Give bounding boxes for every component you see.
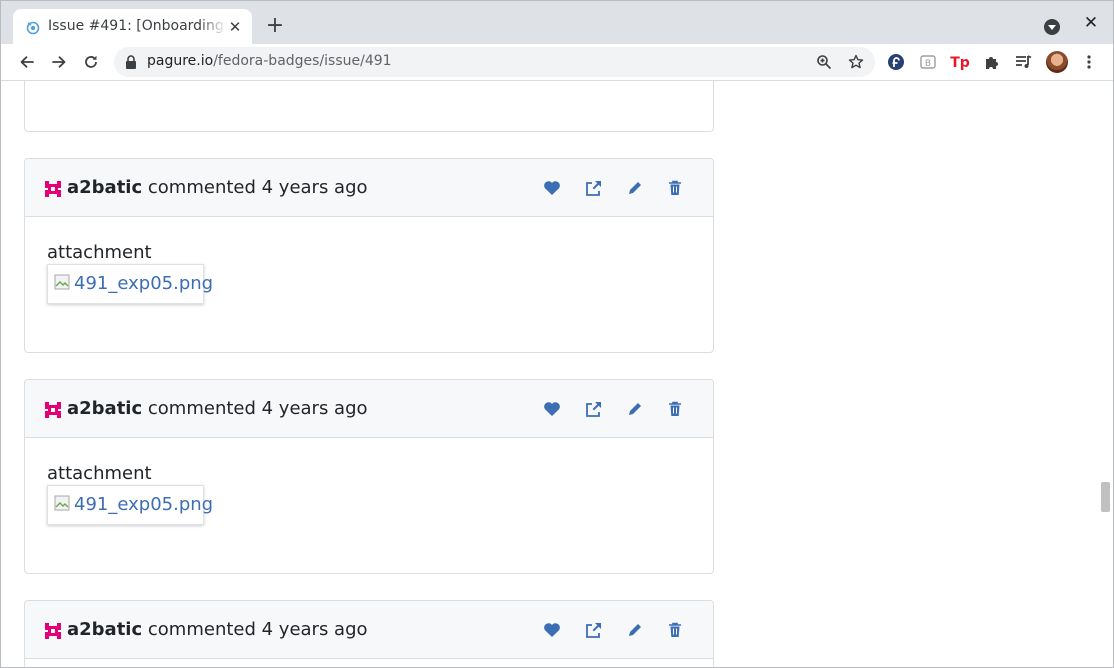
- puzzle-icon[interactable]: [982, 52, 1002, 72]
- comment-meta: a2batic commented 4 years ago: [67, 398, 368, 419]
- trash-icon[interactable]: [665, 620, 685, 640]
- comment-time: commented 4 years ago: [147, 619, 368, 640]
- pagure-favicon-icon: [26, 21, 40, 35]
- share-icon[interactable]: [584, 178, 604, 198]
- attachment-thumbnail[interactable]: 491_exp05.png: [47, 264, 213, 304]
- comment-header: a2batic commented 4 years ago: [25, 380, 713, 438]
- edit-icon[interactable]: [625, 399, 645, 419]
- lock-icon[interactable]: [125, 55, 137, 69]
- attachment-thumbnail[interactable]: 491_exp05.png: [47, 485, 213, 525]
- broken-image-icon: [54, 274, 70, 290]
- comment-author[interactable]: a2batic: [67, 398, 142, 419]
- fedora-icon[interactable]: [886, 52, 906, 72]
- share-icon[interactable]: [584, 620, 604, 640]
- tab-title: Issue #491: [Onboarding Series] Fedora B…: [48, 18, 226, 34]
- comment-header: a2batic commented 4 years ago: [25, 601, 713, 659]
- share-icon[interactable]: [584, 399, 604, 419]
- extension-icon[interactable]: B: [918, 52, 938, 72]
- heart-icon[interactable]: [542, 178, 562, 198]
- user-icon: [45, 623, 61, 639]
- comment-meta: a2batic commented 4 years ago: [67, 177, 368, 198]
- forward-icon[interactable]: [47, 50, 71, 74]
- tab-close-icon[interactable]: ✕: [226, 18, 244, 36]
- user-icon: [45, 402, 61, 418]
- heart-icon[interactable]: [542, 620, 562, 640]
- browser-toolbar: pagure.io/fedora-badges/issue/491 B Tp: [1, 44, 1113, 81]
- tab-strip: Issue #491: [Onboarding Series] Fedora B…: [1, 1, 1113, 44]
- url-text[interactable]: pagure.io/fedora-badges/issue/491: [147, 53, 392, 69]
- scrollbar-thumb[interactable]: [1101, 482, 1110, 512]
- page-content: a2batic commented 4 years ago attachment: [1, 81, 1097, 667]
- comment-time: commented 4 years ago: [147, 398, 368, 419]
- trash-icon[interactable]: [665, 399, 685, 419]
- broken-image-icon: [54, 495, 70, 511]
- back-icon[interactable]: [15, 50, 39, 74]
- comment-card: a2batic commented 4 years ago attachment: [24, 379, 714, 574]
- comment-author[interactable]: a2batic: [67, 619, 142, 640]
- edit-icon[interactable]: [625, 620, 645, 640]
- attachment-label: attachment: [47, 242, 152, 263]
- comment-card-previous: [24, 81, 714, 132]
- edit-icon[interactable]: [625, 178, 645, 198]
- browser-window: Issue #491: [Onboarding Series] Fedora B…: [0, 0, 1114, 668]
- avatar[interactable]: [1046, 51, 1068, 73]
- tp-icon[interactable]: Tp: [950, 52, 970, 72]
- tab-search-icon[interactable]: [1044, 19, 1060, 35]
- svg-text:B: B: [925, 59, 931, 69]
- attachment-label: attachment: [47, 463, 152, 484]
- media-icon[interactable]: [1014, 52, 1034, 72]
- new-tab-icon[interactable]: +: [263, 15, 287, 39]
- address-bar[interactable]: pagure.io/fedora-badges/issue/491: [114, 47, 875, 77]
- window-close-icon[interactable]: ✕: [1081, 13, 1101, 33]
- comment-header: a2batic commented 4 years ago: [25, 159, 713, 217]
- kebab-menu-icon[interactable]: [1079, 52, 1099, 72]
- zoom-icon[interactable]: [815, 53, 833, 71]
- user-icon: [45, 181, 61, 197]
- comment-author[interactable]: a2batic: [67, 177, 142, 198]
- comment-card: a2batic commented 4 years ago: [24, 600, 714, 667]
- tab-issue-491[interactable]: Issue #491: [Onboarding Series] Fedora B…: [13, 9, 252, 44]
- reload-icon[interactable]: [79, 50, 103, 74]
- svg-text:Tp: Tp: [950, 55, 970, 71]
- comment-body: attachment 491_exp05.png: [25, 438, 713, 573]
- vertical-scrollbar[interactable]: [1097, 81, 1113, 667]
- attachment-link[interactable]: 491_exp05.png: [74, 273, 213, 294]
- comment-card: a2batic commented 4 years ago attachment: [24, 158, 714, 353]
- comment-meta: a2batic commented 4 years ago: [67, 619, 368, 640]
- attachment-link[interactable]: 491_exp05.png: [74, 494, 213, 515]
- heart-icon[interactable]: [542, 399, 562, 419]
- comment-body: attachment 491_exp05.png: [25, 217, 713, 352]
- trash-icon[interactable]: [665, 178, 685, 198]
- star-icon[interactable]: [847, 53, 865, 71]
- comment-time: commented 4 years ago: [147, 177, 368, 198]
